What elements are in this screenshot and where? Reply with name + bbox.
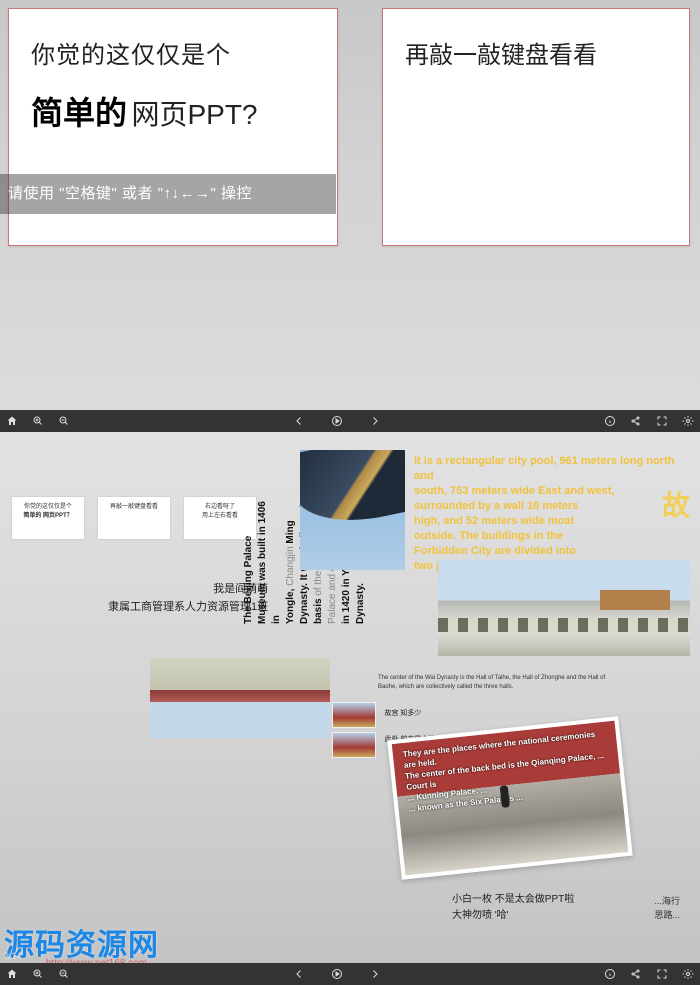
fc-l2: south, 753 meters wide East and west, bbox=[414, 485, 615, 497]
viewer-toolbar-top: 3/14 bbox=[0, 410, 700, 432]
fc-l5: outside. The buildings in the bbox=[414, 530, 563, 542]
thumb2-l1: 再敲一敲键盘看看 bbox=[100, 503, 168, 512]
play-icon[interactable] bbox=[331, 968, 343, 980]
wall-photo bbox=[438, 560, 690, 656]
zoom-in-icon[interactable] bbox=[32, 968, 44, 980]
thumb1-l1: 你党的这仅仅是个 bbox=[14, 503, 82, 512]
roof-image bbox=[300, 450, 405, 570]
play-icon[interactable] bbox=[331, 415, 343, 427]
zoom-out-icon[interactable] bbox=[58, 968, 70, 980]
instruction-banner: 请使用 "空格键" 或者 "↑↓←→" 操控 bbox=[0, 174, 336, 214]
info-icon[interactable] bbox=[604, 415, 616, 427]
flipped-photo bbox=[150, 658, 330, 738]
mini-label-1: 故宫 知多少 bbox=[384, 710, 421, 717]
fc-l1: It is a rectangular city pool, 961 meter… bbox=[414, 455, 674, 482]
card2-line1: 再敲一敲键盘看看 bbox=[405, 35, 667, 70]
zoom-out-icon[interactable] bbox=[58, 415, 70, 427]
settings-icon[interactable] bbox=[682, 415, 694, 427]
mini-thumb-2[interactable] bbox=[332, 732, 376, 758]
share-icon[interactable] bbox=[630, 968, 642, 980]
slide-card-2: 再敲一敲键盘看看 bbox=[382, 8, 690, 246]
three-halls-caption: The center of the Wai Dynasty is the Hal… bbox=[378, 674, 608, 692]
settings-icon[interactable] bbox=[682, 968, 694, 980]
info-icon[interactable] bbox=[604, 968, 616, 980]
impress-canvas: 你党的这仅仅是个 简单的 网页PPT？ 再敲一敲键盘看看 右边看呀了 用上左右看… bbox=[0, 432, 700, 963]
note-b: 大神勿喷 '哈' bbox=[452, 908, 574, 924]
author-note-right: ...海行 思路... bbox=[654, 894, 680, 922]
overview-thumb-1[interactable]: 你党的这仅仅是个 简单的 网页PPT？ bbox=[12, 497, 84, 539]
palace-b: Yongle, bbox=[285, 586, 296, 624]
path-overlay-text: They are the places where the national c… bbox=[402, 728, 612, 815]
author-note: 小白一枚 不是太会做PPT啦 大神勿喷 '哈' bbox=[452, 892, 574, 924]
fullscreen-icon[interactable] bbox=[656, 968, 668, 980]
thumb1-l2: 简单的 网页PPT？ bbox=[14, 512, 82, 521]
palace-a: The Beijing Palace Museum was built in 1… bbox=[243, 501, 282, 624]
mini-thumb-1[interactable] bbox=[332, 702, 376, 728]
home-icon[interactable] bbox=[6, 968, 18, 980]
card1-rest: 网页PPT? bbox=[131, 99, 257, 130]
home-icon[interactable] bbox=[6, 415, 18, 427]
fc-l4: high, and 52 meters wide moat bbox=[414, 515, 574, 527]
zoom-in-icon[interactable] bbox=[32, 415, 44, 427]
share-icon[interactable] bbox=[630, 415, 642, 427]
card1-line1: 你觉的这仅仅是个 bbox=[31, 35, 315, 70]
fc-l3: surrounded by a wall 10 meters bbox=[414, 500, 578, 512]
fullscreen-icon[interactable] bbox=[656, 415, 668, 427]
next-icon[interactable] bbox=[369, 415, 381, 427]
prev-icon[interactable] bbox=[293, 415, 305, 427]
gu-character: 故 bbox=[662, 498, 690, 513]
overview-thumb-2[interactable]: 再敲一敲键盘看看 bbox=[98, 497, 170, 539]
palace-bb: Changjin bbox=[285, 546, 296, 585]
note-c: ...海行 bbox=[654, 894, 680, 908]
viewer-toolbar-bottom: 3/14 bbox=[0, 963, 700, 985]
prev-icon[interactable] bbox=[293, 968, 305, 980]
path-photo: They are the places where the national c… bbox=[387, 716, 632, 879]
fc-l6: Forbidden City are divided into bbox=[414, 545, 576, 557]
next-icon[interactable] bbox=[369, 968, 381, 980]
page-counter: 3/14 bbox=[4, 398, 22, 408]
palace-d: basis bbox=[313, 596, 324, 624]
card1-bold: 简单的 bbox=[31, 95, 127, 131]
forbidden-city-text: It is a rectangular city pool, 961 meter… bbox=[414, 454, 690, 574]
note-a: 小白一枚 不是太会做PPT啦 bbox=[452, 892, 574, 908]
note-d: 思路... bbox=[654, 908, 680, 922]
page-counter-2: 3/14 bbox=[4, 951, 22, 961]
top-panel: 你觉的这仅仅是个 简单的 网页PPT? 请使用 "空格键" 或者 "↑↓←→" … bbox=[0, 0, 700, 410]
